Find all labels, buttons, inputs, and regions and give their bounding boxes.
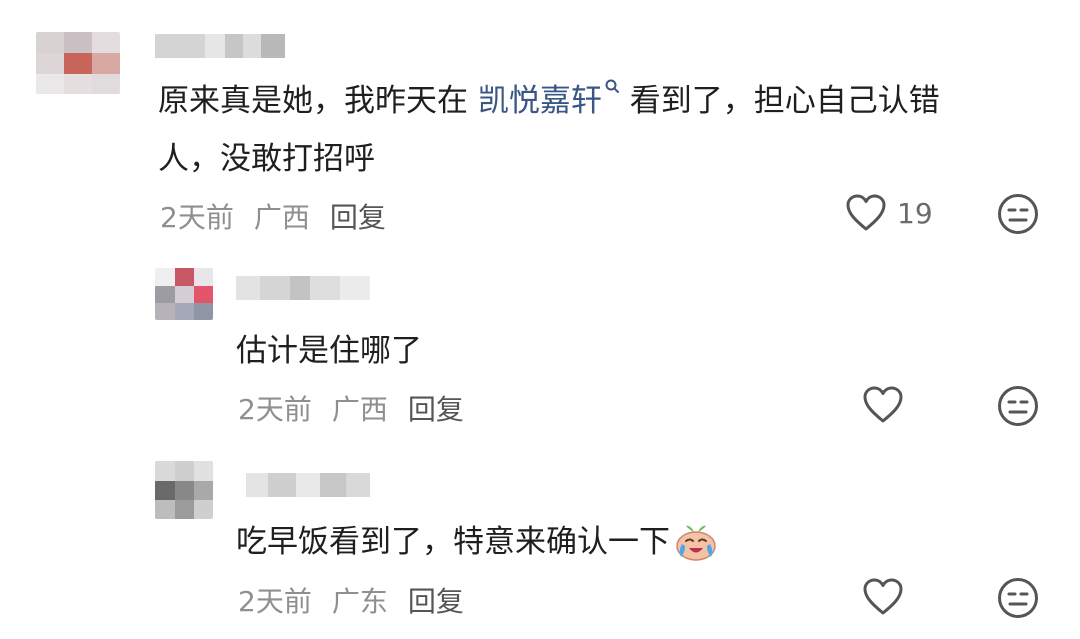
hotel-search-link[interactable]: 凯悦嘉轩: [478, 79, 620, 119]
heart-outline-icon: [846, 194, 886, 231]
username[interactable]: [155, 34, 285, 58]
comment-text: 原来真是她，我昨天在 凯悦嘉轩 看到了，担心自己认错: [158, 72, 940, 130]
neutral-face-icon[interactable]: [997, 385, 1039, 427]
timestamp: 2天前: [238, 393, 312, 426]
comment-meta: 2天前 广西 回复: [238, 388, 484, 428]
like-button[interactable]: [862, 578, 904, 616]
timestamp: 2天前: [160, 201, 234, 234]
neutral-face-icon[interactable]: [997, 577, 1039, 619]
comment-meta: 2天前 广西 回复: [160, 196, 406, 236]
search-icon: [605, 79, 619, 93]
comment-meta: 2天前 广东 回复: [238, 580, 484, 620]
username[interactable]: [246, 473, 370, 497]
crying-laughing-emoji: [676, 525, 716, 561]
location: 广西: [331, 393, 388, 426]
avatar[interactable]: [155, 268, 213, 320]
comment-text-line2: 人，没敢打招呼: [158, 141, 375, 177]
neutral-face-icon[interactable]: [997, 193, 1039, 235]
like-button[interactable]: 19: [845, 194, 933, 232]
comment-text: 估计是住哪了: [236, 333, 422, 369]
heart-outline-icon: [863, 578, 903, 615]
reply-button[interactable]: 回复: [408, 393, 464, 426]
reply-button[interactable]: 回复: [330, 201, 386, 234]
like-count: 19: [897, 196, 933, 230]
location: 广东: [331, 585, 388, 618]
avatar[interactable]: [155, 461, 213, 519]
heart-outline-icon: [863, 386, 903, 423]
timestamp: 2天前: [238, 585, 312, 618]
comment-text: 吃早饭看到了，特意来确认一下: [236, 513, 718, 571]
reply-button[interactable]: 回复: [408, 585, 464, 618]
like-button[interactable]: [862, 386, 904, 424]
username[interactable]: [236, 276, 370, 300]
location: 广西: [253, 201, 310, 234]
avatar[interactable]: [36, 32, 120, 94]
